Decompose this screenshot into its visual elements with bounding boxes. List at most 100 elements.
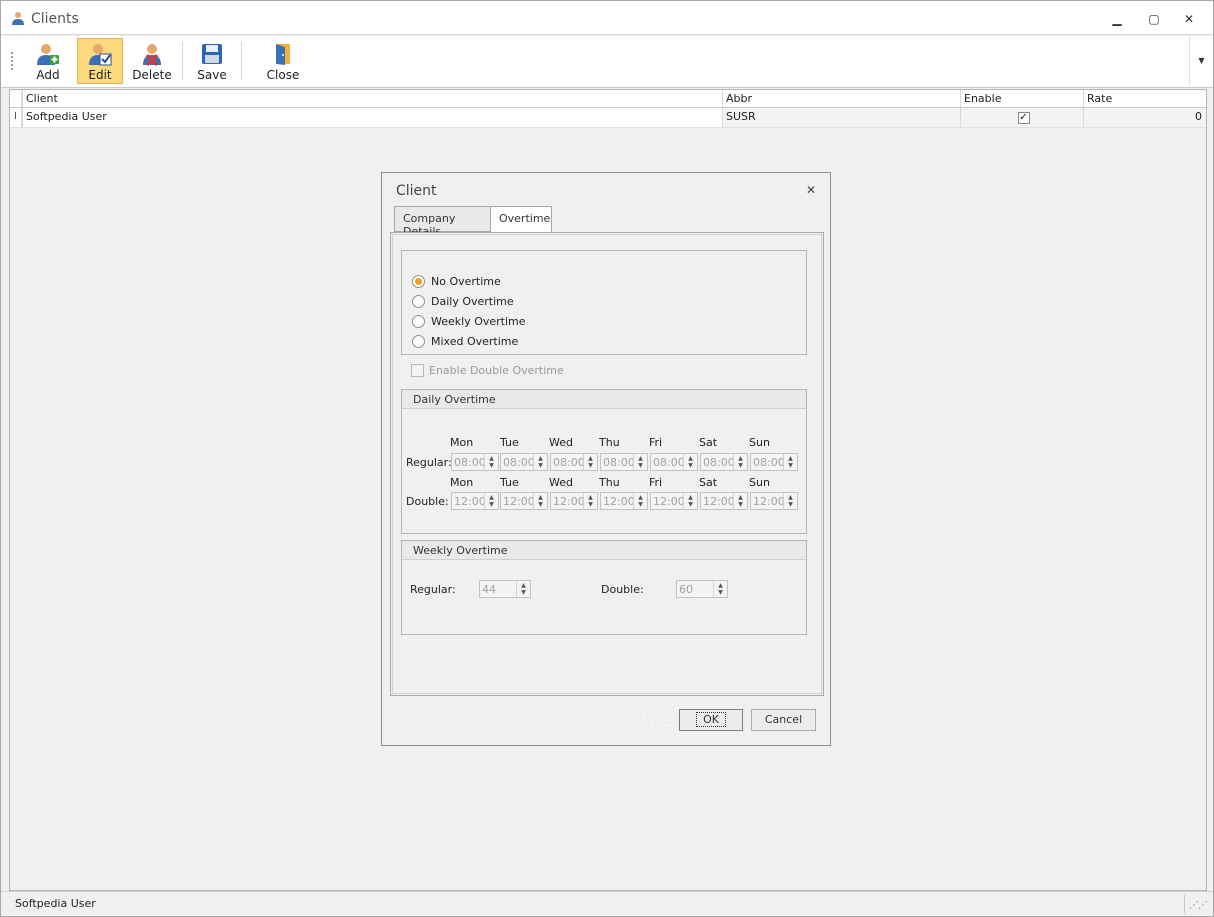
weekly-overtime-radio[interactable] <box>412 315 425 328</box>
spinner-arrows-icon[interactable]: ▲ ▼ <box>533 493 547 509</box>
spinner-value: 12:00 <box>553 495 585 508</box>
spinner-arrows-icon[interactable]: ▲ ▼ <box>583 454 597 470</box>
weekly-double-label: Double: <box>601 583 644 596</box>
day-label: Sat <box>699 476 718 489</box>
spinner-value: 08:00 <box>503 456 535 469</box>
user-icon <box>12 12 24 25</box>
day-label: Thu <box>599 476 620 489</box>
spinner-arrows-icon[interactable]: ▲ ▼ <box>484 454 498 470</box>
column-header-abbr[interactable]: Abbr <box>722 90 960 107</box>
day-label: Fri <box>649 436 663 449</box>
toolbar-grip[interactable] <box>11 52 14 70</box>
edit-button[interactable]: Edit <box>77 38 123 84</box>
spinner-arrows-icon[interactable]: ▲ ▼ <box>733 493 747 509</box>
radio-label: No Overtime <box>431 275 501 288</box>
double-mon-spinner[interactable]: 12:00 ▲ ▼ <box>451 492 499 510</box>
overtime-tab-panel: No Overtime Daily Overtime Weekly Overti… <box>390 232 824 696</box>
spinner-value: 12:00 <box>653 495 685 508</box>
edit-user-icon <box>89 44 112 66</box>
double-thu-spinner[interactable]: 12:00 ▲ ▼ <box>600 492 648 510</box>
double-sun-spinner[interactable]: 12:00 ▲ ▼ <box>750 492 798 510</box>
regular-thu-spinner[interactable]: 08:00 ▲ ▼ <box>600 453 648 471</box>
double-wed-spinner[interactable]: 12:00 ▲ ▼ <box>550 492 598 510</box>
close-window-button[interactable]: ✕ <box>1179 10 1199 28</box>
regular-sun-spinner[interactable]: 08:00 ▲ ▼ <box>750 453 798 471</box>
column-header-rate[interactable]: Rate <box>1083 90 1206 107</box>
spinner-value: 08:00 <box>653 456 685 469</box>
enable-double-label: Enable Double Overtime <box>429 364 564 377</box>
delete-user-icon <box>143 44 161 66</box>
dialog-title: Client <box>396 183 437 199</box>
add-button[interactable]: Add <box>25 38 71 84</box>
table-row[interactable]: I Softpedia User SUSR ✓ 0 <box>10 108 1206 128</box>
double-tue-spinner[interactable]: 12:00 ▲ ▼ <box>500 492 548 510</box>
resize-grip-icon[interactable]: ⋰⋰ <box>1189 900 1208 911</box>
delete-button[interactable]: Delete <box>129 38 175 84</box>
abbr-cell[interactable]: SUSR <box>722 108 960 127</box>
column-header-enable[interactable]: Enable <box>960 90 1083 107</box>
cancel-button[interactable]: Cancel <box>751 709 816 731</box>
regular-fri-spinner[interactable]: 08:00 ▲ ▼ <box>650 453 698 471</box>
save-disk-icon <box>202 44 222 64</box>
restore-button[interactable]: ▢ <box>1144 10 1164 28</box>
grid-header: Client Abbr Enable Rate <box>10 90 1206 108</box>
regular-wed-spinner[interactable]: 08:00 ▲ ▼ <box>550 453 598 471</box>
regular-sat-spinner[interactable]: 08:00 ▲ ▼ <box>700 453 748 471</box>
no-overtime-radio[interactable] <box>412 275 425 288</box>
title-bar: Clients ▁ ▢ ✕ <box>1 1 1213 35</box>
ok-button-label: OK <box>696 712 726 727</box>
spinner-arrows-icon[interactable]: ▲ ▼ <box>683 493 697 509</box>
double-sat-spinner[interactable]: 12:00 ▲ ▼ <box>700 492 748 510</box>
spinner-arrows-icon[interactable]: ▲ ▼ <box>633 493 647 509</box>
spinner-arrows-icon[interactable]: ▲ ▼ <box>783 493 797 509</box>
spinner-arrows-icon[interactable]: ▲ ▼ <box>516 581 530 597</box>
enable-double-checkbox[interactable] <box>411 364 424 377</box>
spinner-value: 08:00 <box>454 456 486 469</box>
spinner-arrows-icon[interactable]: ▲ ▼ <box>733 454 747 470</box>
rate-cell[interactable]: 0 <box>1083 108 1206 127</box>
double-row-label: Double: <box>406 495 449 508</box>
spinner-value: 12:00 <box>703 495 735 508</box>
toolbar-overflow-button[interactable]: ▼ <box>1189 36 1213 86</box>
client-cell[interactable]: Softpedia User <box>22 108 722 127</box>
spinner-arrows-icon[interactable]: ▲ ▼ <box>713 581 727 597</box>
daily-overtime-header: Daily Overtime <box>402 390 806 409</box>
spinner-arrows-icon[interactable]: ▲ ▼ <box>583 493 597 509</box>
weekly-regular-spinner[interactable]: 44 ▲ ▼ <box>479 580 531 598</box>
header-indicator <box>10 90 22 107</box>
daily-overtime-radio[interactable] <box>412 295 425 308</box>
tab-company-details[interactable]: Company Details <box>394 206 491 238</box>
dialog-close-icon[interactable]: ✕ <box>806 183 816 197</box>
spinner-value: 12:00 <box>753 495 785 508</box>
spinner-arrows-icon[interactable]: ▲ ▼ <box>533 454 547 470</box>
ok-button[interactable]: OK <box>679 709 743 731</box>
minimize-button[interactable]: ▁ <box>1107 10 1127 28</box>
spinner-arrows-icon[interactable]: ▲ ▼ <box>633 454 647 470</box>
close-button-label: Close <box>266 68 300 82</box>
double-fri-spinner[interactable]: 12:00 ▲ ▼ <box>650 492 698 510</box>
spinner-value: 60 <box>679 583 693 596</box>
spinner-value: 08:00 <box>703 456 735 469</box>
toolbar: Add Edit Delete Save Close ▼ <box>1 36 1213 88</box>
regular-mon-spinner[interactable]: 08:00 ▲ ▼ <box>451 453 499 471</box>
enable-cell[interactable]: ✓ <box>960 108 1083 127</box>
column-header-client[interactable]: Client <box>22 90 722 107</box>
day-label: Tue <box>500 436 519 449</box>
window-title: Clients <box>31 11 79 27</box>
close-button[interactable]: Close <box>259 38 307 84</box>
spinner-arrows-icon[interactable]: ▲ ▼ <box>683 454 697 470</box>
client-dialog: Client ✕ Company Details Overtime No Ove… <box>381 172 831 746</box>
enable-checkbox[interactable]: ✓ <box>1017 112 1030 124</box>
regular-tue-spinner[interactable]: 08:00 ▲ ▼ <box>500 453 548 471</box>
save-button-label: Save <box>197 68 227 82</box>
tab-overtime[interactable]: Overtime <box>490 206 552 233</box>
spinner-value: 12:00 <box>603 495 635 508</box>
weekly-overtime-title: Weekly Overtime <box>413 544 508 557</box>
radio-label: Daily Overtime <box>431 295 514 308</box>
mixed-overtime-radio[interactable] <box>412 335 425 348</box>
weekly-double-spinner[interactable]: 60 ▲ ▼ <box>676 580 728 598</box>
status-separator <box>1184 895 1185 913</box>
spinner-arrows-icon[interactable]: ▲ ▼ <box>484 493 498 509</box>
save-button[interactable]: Save <box>189 38 235 84</box>
spinner-arrows-icon[interactable]: ▲ ▼ <box>783 454 797 470</box>
